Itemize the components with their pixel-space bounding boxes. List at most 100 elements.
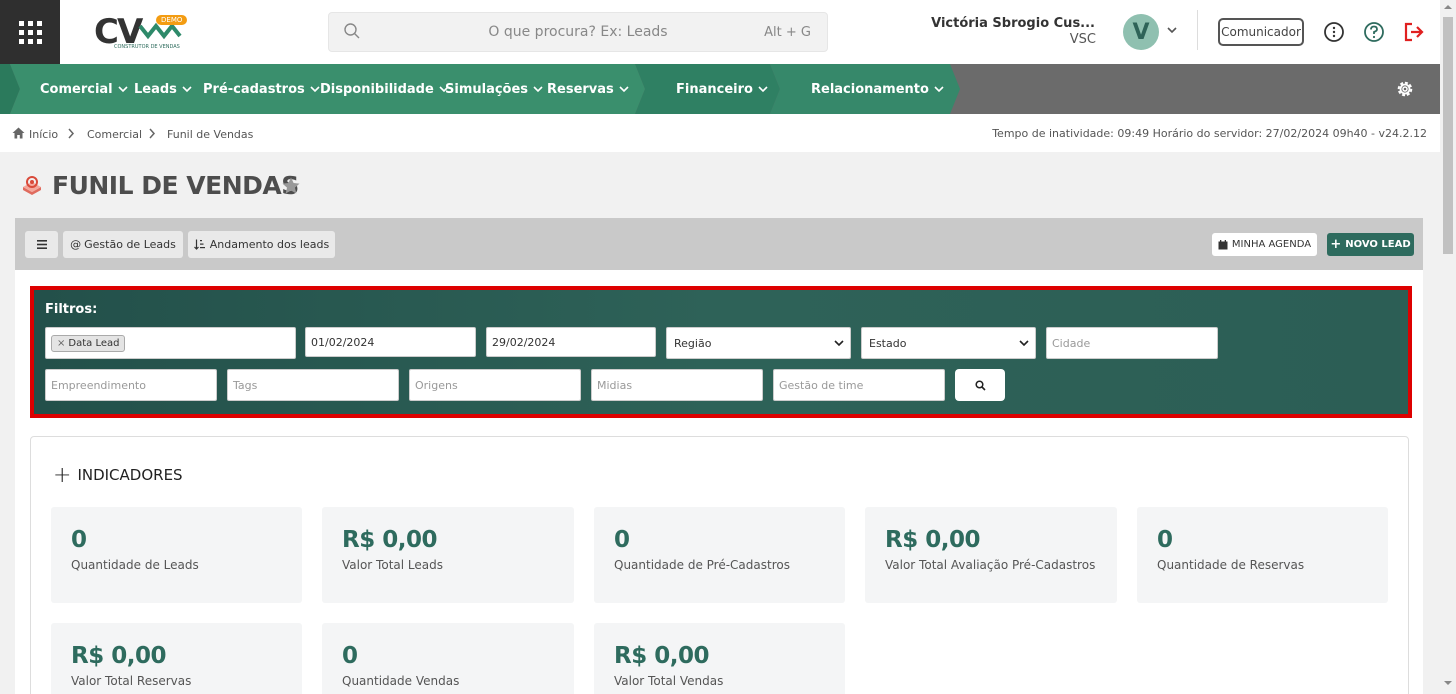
scroll-up-arrow-icon[interactable] (1444, 4, 1452, 10)
funnel-page-icon (23, 176, 41, 195)
nav-label: Financeiro (676, 81, 753, 97)
nav-label: Simulações (445, 81, 529, 97)
indicators-panel: + INDICADORES 0 Quantidade de Leads R$ 0… (30, 436, 1409, 694)
breadcrumb-current: Funil de Vendas (167, 128, 254, 141)
development-input[interactable]: Empreendimento (45, 369, 217, 401)
calendar-icon (1218, 239, 1228, 249)
select-value: Região (674, 336, 712, 350)
chevron-down-icon (934, 86, 944, 93)
indicator-label: Quantidade de Pré-Cadastros (614, 558, 790, 572)
logout-icon[interactable] (1403, 21, 1425, 43)
chevron-right-icon (68, 128, 75, 139)
logo-wave-icon (138, 22, 182, 40)
plus-icon: + (53, 462, 72, 488)
city-input[interactable]: Cidade (1046, 327, 1218, 359)
indicator-value: 0 (342, 643, 358, 669)
nav-item-pre-cadastros[interactable]: Pré-cadastros (203, 64, 320, 114)
nav-label: Relacionamento (811, 81, 929, 97)
filter-search-button[interactable] (955, 369, 1005, 401)
breadcrumb: Início Comercial Funil de Vendas Tempo d… (0, 114, 1440, 152)
filters-label: Filtros: (45, 302, 98, 317)
favorite-star-icon[interactable] (281, 176, 301, 196)
new-lead-button[interactable]: + NOVO LEAD (1327, 233, 1414, 256)
gear-icon[interactable] (1395, 79, 1415, 99)
origins-input[interactable]: Origens (409, 369, 581, 401)
my-agenda-button[interactable]: MINHA AGENDA (1212, 233, 1317, 256)
chevron-down-icon[interactable] (1166, 25, 1178, 35)
nav-item-financeiro[interactable]: Financeiro (676, 64, 768, 114)
page-title: FUNIL DE VENDAS (52, 171, 299, 200)
search-shortcut: Alt + G (764, 25, 811, 40)
button-label: NOVO LEAD (1345, 239, 1411, 250)
search-placeholder: O que procura? Ex: Leads (488, 24, 668, 40)
server-status: Tempo de inatividade: 09:49 Horário do s… (992, 127, 1427, 140)
home-icon[interactable] (12, 127, 25, 139)
indicators-title: INDICADORES (77, 466, 183, 484)
page-scrollbar[interactable] (1440, 0, 1456, 694)
region-select[interactable]: Região (666, 327, 851, 359)
scroll-down-arrow-icon[interactable] (1444, 680, 1452, 686)
leads-progress-button[interactable]: Andamento dos leads (188, 231, 335, 258)
indicator-label: Quantidade de Reservas (1157, 558, 1305, 572)
chevron-down-icon (182, 86, 192, 93)
indicator-card-reservations-value: R$ 0,00 Valor Total Reservas (51, 623, 302, 694)
indicator-card-leads-count: 0 Quantidade de Leads (51, 507, 302, 603)
nav-label: Pré-cadastros (203, 81, 305, 97)
nav-label: Leads (134, 81, 177, 97)
tags-input[interactable]: Tags (227, 369, 399, 401)
indicator-label: Valor Total Vendas (614, 674, 724, 688)
divider (1197, 10, 1198, 50)
indicator-label: Quantidade Vendas (342, 674, 460, 688)
indicator-label: Valor Total Reservas (71, 674, 192, 688)
chevron-down-icon (619, 86, 629, 93)
apps-grid-button[interactable] (0, 0, 60, 64)
state-select[interactable]: Estado (861, 327, 1036, 359)
nav-item-reservas[interactable]: Reservas (547, 64, 629, 114)
nav-item-disponibilidade[interactable]: Disponibilidade (320, 64, 449, 114)
indicator-card-leads-value: R$ 0,00 Valor Total Leads (322, 507, 574, 603)
date-from-input[interactable]: 01/02/2024 (305, 327, 476, 357)
nav-item-comercial[interactable]: Comercial (40, 64, 128, 114)
scroll-thumb[interactable] (1443, 17, 1453, 254)
nav-item-simulacoes[interactable]: Simulações (445, 64, 543, 114)
help-icon[interactable] (1363, 21, 1385, 43)
indicator-card-sales-count: 0 Quantidade Vendas (322, 623, 574, 694)
date-type-tag[interactable]: × Data Lead (51, 334, 126, 352)
remove-tag-icon[interactable]: × (57, 338, 65, 349)
nav-item-relacionamento[interactable]: Relacionamento (811, 64, 944, 114)
avatar[interactable]: V (1123, 14, 1159, 50)
user-name[interactable]: Victória Sbrogio Cus... (931, 16, 1095, 31)
date-to-input[interactable]: 29/02/2024 (486, 327, 656, 357)
indicator-label: Quantidade de Leads (71, 558, 199, 572)
global-search[interactable]: O que procura? Ex: Leads Alt + G (328, 12, 828, 52)
indicators-toggle[interactable]: + INDICADORES (53, 462, 183, 488)
nav-item-leads[interactable]: Leads (134, 64, 192, 114)
funnel-toolbar: @ Gestão de Leads Andamento dos leads MIN… (15, 218, 1423, 270)
communicator-button[interactable]: Comunicador (1218, 18, 1304, 46)
date-type-select[interactable]: × Data Lead (45, 327, 296, 359)
leads-management-button[interactable]: @ Gestão de Leads (63, 231, 183, 258)
search-icon (974, 379, 986, 391)
breadcrumb-home[interactable]: Início (29, 128, 58, 141)
user-org: VSC (1069, 32, 1096, 47)
chevron-down-icon (1019, 340, 1029, 347)
menu-toggle-button[interactable] (25, 231, 58, 258)
hamburger-icon (36, 240, 47, 249)
chevron-down-icon (533, 86, 543, 93)
indicator-card-sales-value: R$ 0,00 Valor Total Vendas (594, 623, 845, 694)
indicator-card-pre-registrations-value: R$ 0,00 Valor Total Avaliação Pré-Cadast… (865, 507, 1117, 603)
select-value: Estado (869, 336, 907, 350)
indicator-card-reservations-count: 0 Quantidade de Reservas (1137, 507, 1388, 603)
button-label: Andamento dos leads (209, 238, 330, 251)
app-logo[interactable]: CV DEMO CONSTRUTOR DE VENDAS (92, 12, 192, 54)
info-icon[interactable] (1323, 21, 1345, 43)
team-management-input[interactable]: Gestão de time (773, 369, 945, 401)
chevron-down-icon (310, 86, 320, 93)
indicator-label: Valor Total Leads (342, 558, 443, 572)
logo-demo-badge: DEMO (156, 15, 188, 25)
indicator-value: R$ 0,00 (342, 527, 437, 553)
tag-label: Data Lead (68, 337, 120, 349)
breadcrumb-comercial[interactable]: Comercial (87, 128, 142, 141)
media-input[interactable]: Midias (591, 369, 763, 401)
indicator-label: Valor Total Avaliação Pré-Cadastros (885, 558, 1096, 572)
